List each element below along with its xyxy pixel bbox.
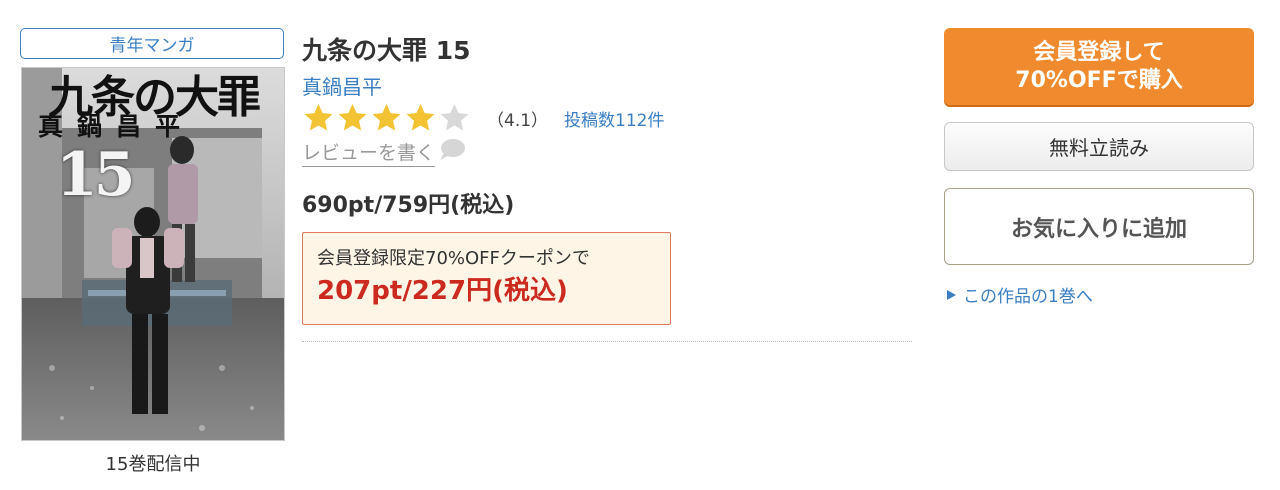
rating-row: （4.1） 投稿数112件 — [302, 101, 665, 135]
genre-badge[interactable]: 青年マンガ — [20, 28, 284, 59]
first-volume-link-label: この作品の1巻へ — [963, 287, 1093, 307]
free-preview-button[interactable]: 無料立読み — [944, 122, 1254, 171]
write-review-link[interactable]: レビューを書く — [302, 139, 466, 168]
cover-volume-number: 15 — [56, 140, 135, 210]
buy-button-line1: 会員登録して — [1033, 39, 1165, 65]
register-and-buy-button[interactable]: 会員登録して 70%OFFで購入 — [944, 28, 1254, 105]
book-title: 九条の大罪 15 — [302, 36, 471, 65]
coupon-label: 会員登録限定70%OFFクーポンで — [317, 248, 590, 269]
write-review-label: レビューを書く — [302, 140, 436, 167]
add-to-favorites-button[interactable]: お気に入りに追加 — [944, 188, 1254, 265]
genre-label: 青年マンガ — [109, 36, 195, 56]
coupon-price: 207pt/227円(税込) — [317, 276, 568, 306]
review-count-link[interactable]: 投稿数112件 — [564, 106, 664, 131]
speech-bubble-icon — [440, 139, 466, 160]
cover-author-text: 真鍋昌平 — [38, 112, 195, 141]
triangle-right-icon — [947, 289, 956, 300]
free-preview-label: 無料立読み — [1049, 136, 1149, 160]
buy-button-line2: 70%OFFで購入 — [1015, 67, 1183, 93]
rating-value: （4.1） — [487, 110, 549, 131]
price: 690pt/759円(税込) — [302, 193, 515, 218]
star-icon — [440, 104, 469, 131]
star-icon — [304, 104, 333, 131]
star-icon — [372, 104, 401, 131]
first-volume-link[interactable]: この作品の1巻へ — [947, 282, 1093, 307]
divider — [302, 341, 912, 342]
author-link[interactable]: 真鍋昌平 — [302, 71, 382, 100]
star-rating — [302, 102, 471, 134]
star-icon — [338, 104, 367, 131]
book-cover-image[interactable]: 九条の大罪 真鍋昌平 15 — [21, 67, 285, 441]
coupon-box: 会員登録限定70%OFFクーポンで 207pt/227円(税込) — [302, 232, 671, 325]
star-icon — [406, 104, 435, 131]
add-to-favorites-label: お気に入りに追加 — [1010, 216, 1187, 242]
volume-status: 15巻配信中 — [105, 454, 201, 475]
